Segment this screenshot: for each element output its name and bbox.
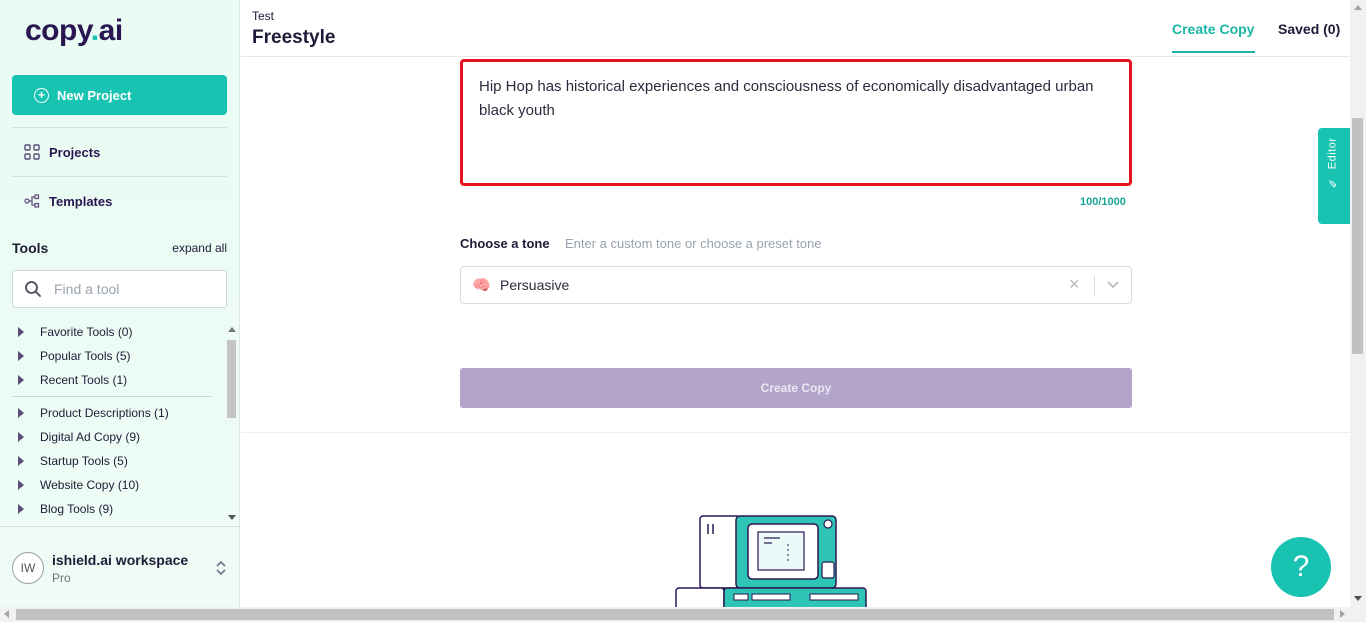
tool-group-digital-ad-copy[interactable]: Digital Ad Copy (9) <box>18 430 140 444</box>
tool-group-label: Recent Tools (1) <box>40 373 128 387</box>
caret-right-icon <box>18 351 24 361</box>
tone-label: Choose a tone <box>460 236 550 251</box>
brain-icon: 🧠 <box>472 277 491 294</box>
workspace-switcher[interactable]: IW ishield.ai workspace Pro <box>0 526 240 607</box>
page-vertical-scrollbar[interactable] <box>1350 0 1366 607</box>
section-divider <box>241 432 1350 433</box>
plus-circle-icon: + <box>34 87 49 103</box>
share-nodes-icon <box>24 194 40 208</box>
sidebar: copy.ai + New Project Projects Templates… <box>0 0 240 607</box>
scroll-thumb[interactable] <box>16 609 1334 620</box>
tool-group-startup-tools[interactable]: Startup Tools (5) <box>18 454 128 468</box>
tool-group-recent[interactable]: Recent Tools (1) <box>18 373 127 387</box>
tool-list-scrollbar[interactable] <box>227 340 236 418</box>
pencil-icon: ✎ <box>1327 175 1339 190</box>
tool-group-label: Popular Tools (5) <box>40 349 131 363</box>
tool-search[interactable] <box>12 270 227 308</box>
new-project-button[interactable]: + New Project <box>12 75 227 115</box>
help-button[interactable]: ? <box>1271 537 1331 597</box>
tool-list-scroll-down[interactable] <box>228 515 236 520</box>
new-project-label: New Project <box>57 87 132 103</box>
caret-right-icon <box>18 408 24 418</box>
scroll-left-arrow[interactable] <box>4 610 9 618</box>
tools-title: Tools <box>12 240 49 256</box>
sidebar-divider <box>12 176 227 177</box>
scroll-down-arrow[interactable] <box>1354 596 1362 601</box>
chevron-up-down-icon <box>216 560 226 576</box>
tool-group-popular[interactable]: Popular Tools (5) <box>18 349 131 363</box>
caret-right-icon <box>18 456 24 466</box>
caret-right-icon <box>18 480 24 490</box>
tone-value: Persuasive <box>500 277 570 293</box>
editor-tab-label: Editor <box>1326 138 1339 170</box>
page-header: Test Freestyle Create Copy Saved (0) <box>241 0 1350 57</box>
page-horizontal-scrollbar[interactable] <box>0 607 1366 622</box>
question-icon: ? <box>1292 550 1310 583</box>
workspace-name: ishield.ai workspace <box>52 552 189 568</box>
breadcrumb[interactable]: Test <box>252 9 274 23</box>
sidebar-divider <box>12 127 227 128</box>
tab-saved[interactable]: Saved (0) <box>1278 21 1340 37</box>
copyai-logo[interactable]: copy.ai <box>25 14 123 48</box>
sidebar-item-label: Projects <box>49 144 101 160</box>
create-copy-button[interactable]: Create Copy <box>460 368 1132 408</box>
tool-group-label: Product Descriptions (1) <box>40 406 169 420</box>
select-divider <box>1094 276 1095 296</box>
tool-group-website-copy[interactable]: Website Copy (10) <box>18 478 139 492</box>
clear-icon[interactable]: × <box>1069 275 1080 293</box>
tool-group-label: Favorite Tools (0) <box>40 325 133 339</box>
tone-hint: Enter a custom tone or choose a preset t… <box>565 236 822 251</box>
caret-right-icon <box>18 327 24 337</box>
caret-right-icon <box>18 375 24 385</box>
search-input[interactable] <box>54 281 204 297</box>
tool-list-divider <box>12 396 212 397</box>
editor-side-tab[interactable]: ✎ Editor <box>1318 128 1350 224</box>
search-icon <box>25 281 41 297</box>
tab-create-copy[interactable]: Create Copy <box>1172 21 1254 37</box>
sidebar-item-templates[interactable]: Templates <box>24 193 112 209</box>
description-textarea[interactable]: Hip Hop has historical experiences and c… <box>460 59 1132 186</box>
char-counter: 100/1000 <box>1080 196 1126 208</box>
tool-group-label: Startup Tools (5) <box>40 454 128 468</box>
caret-right-icon <box>18 432 24 442</box>
grid-icon <box>24 144 40 160</box>
sidebar-item-label: Templates <box>49 193 113 209</box>
caret-right-icon <box>18 504 24 514</box>
sidebar-item-projects[interactable]: Projects <box>24 144 100 160</box>
tools-header: Tools expand all <box>12 240 227 256</box>
active-tab-indicator <box>1172 51 1255 53</box>
tone-select[interactable]: 🧠 Persuasive × <box>460 266 1132 304</box>
scroll-thumb[interactable] <box>1352 118 1363 354</box>
tool-group-label: Digital Ad Copy (9) <box>40 430 141 444</box>
page-title: Freestyle <box>252 27 336 48</box>
chevron-down-icon[interactable] <box>1106 280 1120 290</box>
workspace-plan: Pro <box>52 571 71 585</box>
tool-group-blog-tools[interactable]: Blog Tools (9) <box>18 502 113 516</box>
tool-group-favorite[interactable]: Favorite Tools (0) <box>18 325 132 339</box>
avatar: IW <box>12 552 44 584</box>
tool-group-label: Website Copy (10) <box>40 478 140 492</box>
scroll-up-arrow[interactable] <box>1354 5 1362 10</box>
computer-illustration <box>675 515 867 607</box>
tool-group-label: Blog Tools (9) <box>40 502 114 516</box>
tool-list-scroll-up[interactable] <box>228 327 236 332</box>
expand-all-link[interactable]: expand all <box>172 241 227 255</box>
tool-group-product-descriptions[interactable]: Product Descriptions (1) <box>18 406 169 420</box>
scroll-right-arrow[interactable] <box>1340 610 1345 618</box>
